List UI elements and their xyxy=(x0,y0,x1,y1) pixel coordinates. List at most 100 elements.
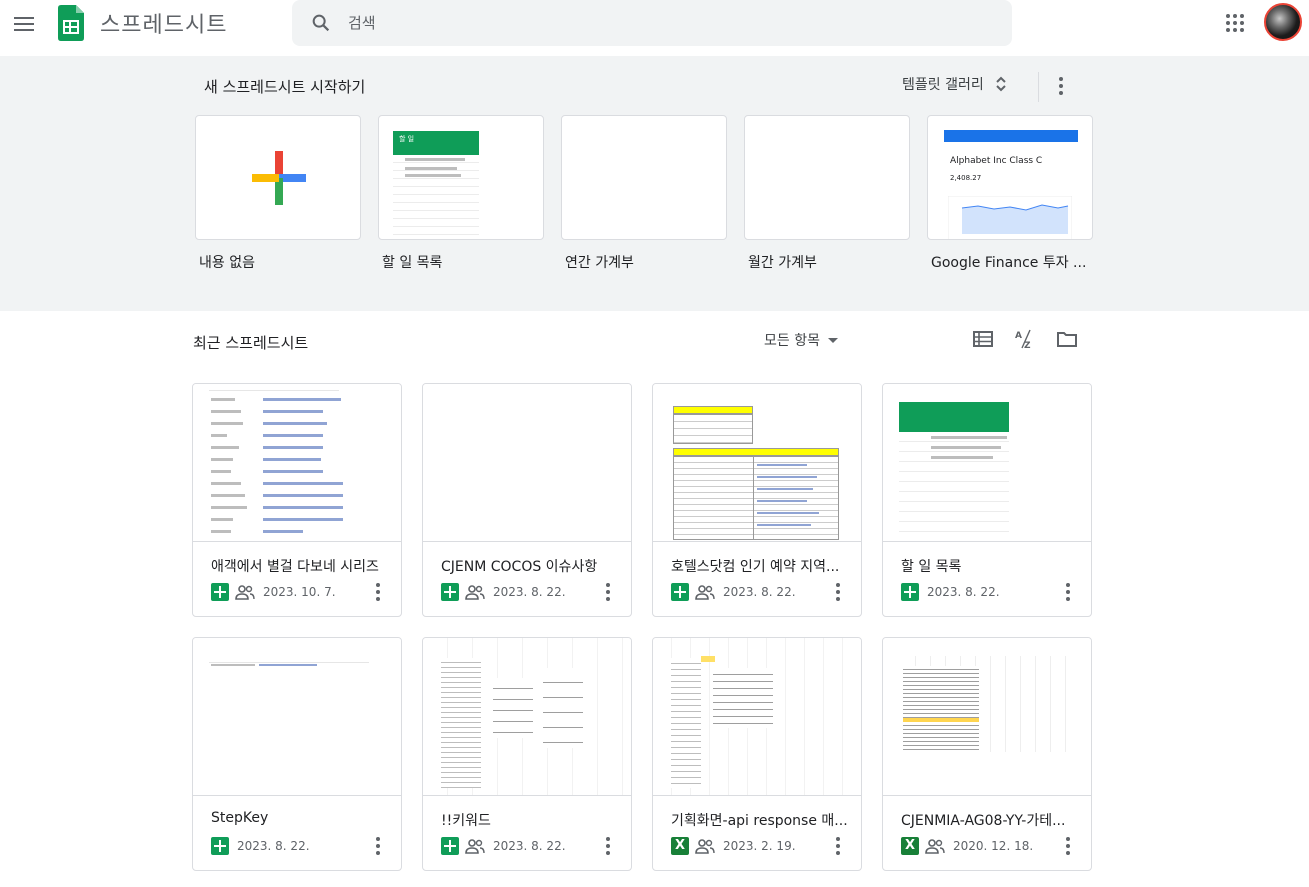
doc-thumbnail xyxy=(423,638,631,796)
doc-date: 2023. 8. 22. xyxy=(927,585,1000,599)
search-bar xyxy=(292,0,1012,46)
account-avatar[interactable] xyxy=(1264,3,1302,41)
template-finance[interactable]: Alphabet Inc Class C 2,408.27 Google Fin… xyxy=(927,115,1093,272)
doc-thumbnail xyxy=(883,384,1091,542)
doc-meta: 2023. 8. 22. xyxy=(671,582,796,602)
doc-more-icon[interactable] xyxy=(1063,835,1073,857)
sheets-file-icon xyxy=(441,837,459,855)
template-thumbnail[interactable] xyxy=(195,115,361,240)
doc-thumbnail xyxy=(193,384,401,542)
doc-meta: X 2023. 2. 19. xyxy=(671,836,796,856)
search-icon[interactable] xyxy=(310,12,332,34)
finance-header-bar xyxy=(944,130,1078,142)
template-label: 월간 가계부 xyxy=(748,255,817,271)
doc-date: 2023. 10. 7. xyxy=(263,585,336,599)
todo-header-bar: 할 일 xyxy=(393,131,479,155)
doc-date: 2023. 8. 22. xyxy=(723,585,796,599)
doc-more-icon[interactable] xyxy=(833,835,843,857)
sort-az-icon[interactable]: A Z xyxy=(1014,328,1036,350)
doc-card[interactable]: StepKey 2023. 8. 22. xyxy=(192,637,402,871)
template-annual-budget[interactable]: 연간 가계부 xyxy=(561,115,727,272)
doc-title: 기획화면-api response 매... xyxy=(671,813,848,829)
doc-date: 2023. 8. 22. xyxy=(493,839,566,853)
doc-card[interactable]: CJENM COCOS 이슈사항 2023. 8. 22. xyxy=(422,383,632,617)
owner-filter-dropdown[interactable]: 모든 항목 xyxy=(764,330,838,350)
doc-meta: 2023. 8. 22. xyxy=(211,836,310,856)
google-apps-icon[interactable] xyxy=(1224,12,1246,34)
doc-date: 2020. 12. 18. xyxy=(953,839,1034,853)
doc-more-icon[interactable] xyxy=(833,581,843,603)
template-todo[interactable]: 할 일 할 일 목록 xyxy=(378,115,544,272)
shared-icon xyxy=(465,585,485,600)
doc-thumbnail xyxy=(653,638,861,796)
doc-card[interactable]: !!키워드 2023. 8. 22. xyxy=(422,637,632,871)
folder-icon[interactable] xyxy=(1056,328,1078,350)
app-title[interactable]: 스프레드시트 xyxy=(100,7,227,39)
doc-more-icon[interactable] xyxy=(1063,581,1073,603)
finance-company: Alphabet Inc Class C xyxy=(950,156,1043,166)
doc-thumbnail xyxy=(883,638,1091,796)
excel-file-icon: X xyxy=(671,837,689,855)
doc-more-icon[interactable] xyxy=(603,835,613,857)
divider xyxy=(1038,72,1039,102)
template-monthly-budget[interactable]: 월간 가계부 xyxy=(744,115,910,272)
search-input[interactable] xyxy=(348,0,988,46)
recent-title: 최근 스프레드시트 xyxy=(193,334,309,352)
todo-thumb-title: 할 일 xyxy=(399,135,415,143)
shared-icon xyxy=(695,839,715,854)
more-options-icon[interactable] xyxy=(1052,74,1070,98)
doc-date: 2023. 2. 19. xyxy=(723,839,796,853)
doc-title: 할 일 목록 xyxy=(901,559,962,575)
doc-meta: 2023. 8. 22. xyxy=(441,582,566,602)
doc-more-icon[interactable] xyxy=(373,835,383,857)
template-label: 내용 없음 xyxy=(199,255,255,271)
list-view-icon[interactable] xyxy=(972,328,994,350)
svg-text:A: A xyxy=(1015,331,1022,341)
unfold-icon xyxy=(996,76,1006,92)
owner-filter-label: 모든 항목 xyxy=(764,333,820,349)
doc-title: CJENM COCOS 이슈사항 xyxy=(441,559,598,575)
caret-down-icon xyxy=(827,337,838,343)
top-bar: 스프레드시트 xyxy=(0,0,1309,56)
doc-title: 애객에서 별걸 다보네 시리즈 xyxy=(211,559,379,575)
template-label: Google Finance 투자 ... xyxy=(931,255,1087,271)
sheets-file-icon xyxy=(671,583,689,601)
doc-more-icon[interactable] xyxy=(373,581,383,603)
shared-icon xyxy=(235,585,255,600)
doc-more-icon[interactable] xyxy=(603,581,613,603)
template-gallery: 새 스프레드시트 시작하기 템플릿 갤러리 내용 없음 할 일 할 일 목록 연… xyxy=(0,56,1309,311)
shared-icon xyxy=(695,585,715,600)
doc-meta: 2023. 8. 22. xyxy=(901,582,1000,602)
doc-meta: X 2020. 12. 18. xyxy=(901,836,1033,856)
sheets-file-icon xyxy=(211,583,229,601)
template-gallery-label: 템플릿 갤러리 xyxy=(902,77,984,93)
doc-card[interactable]: 할 일 목록 2023. 8. 22. xyxy=(882,383,1092,617)
doc-card[interactable]: CJENMIA-AG08-YY-가테... X 2020. 12. 18. xyxy=(882,637,1092,871)
doc-date: 2023. 8. 22. xyxy=(237,839,310,853)
template-thumbnail[interactable]: 할 일 xyxy=(378,115,544,240)
gallery-title: 새 스프레드시트 시작하기 xyxy=(204,78,366,96)
doc-thumbnail xyxy=(193,638,401,796)
doc-title: 호텔스닷컴 인기 예약 지역... xyxy=(671,559,840,575)
sheets-file-icon xyxy=(901,583,919,601)
template-gallery-button[interactable]: 템플릿 갤러리 xyxy=(902,74,1008,94)
doc-thumbnail xyxy=(653,384,861,542)
sheets-logo-icon[interactable] xyxy=(58,5,84,41)
template-label: 연간 가계부 xyxy=(565,255,634,271)
finance-chart xyxy=(948,196,1072,239)
template-thumbnail[interactable] xyxy=(744,115,910,240)
sheets-file-icon xyxy=(211,837,229,855)
doc-card[interactable]: 애객에서 별걸 다보네 시리즈 2023. 10. 7. xyxy=(192,383,402,617)
sheets-file-icon xyxy=(441,583,459,601)
shared-icon xyxy=(465,839,485,854)
doc-card[interactable]: 기획화면-api response 매... X 2023. 2. 19. xyxy=(652,637,862,871)
doc-date: 2023. 8. 22. xyxy=(493,585,566,599)
main-menu-button[interactable] xyxy=(10,10,38,38)
template-thumbnail[interactable] xyxy=(561,115,727,240)
doc-title: !!키워드 xyxy=(441,813,491,829)
excel-file-icon: X xyxy=(901,837,919,855)
doc-card[interactable]: 호텔스닷컴 인기 예약 지역... 2023. 8. 22. xyxy=(652,383,862,617)
template-thumbnail[interactable]: Alphabet Inc Class C 2,408.27 xyxy=(927,115,1093,240)
template-blank[interactable]: 내용 없음 xyxy=(195,115,361,272)
shared-icon xyxy=(925,839,945,854)
